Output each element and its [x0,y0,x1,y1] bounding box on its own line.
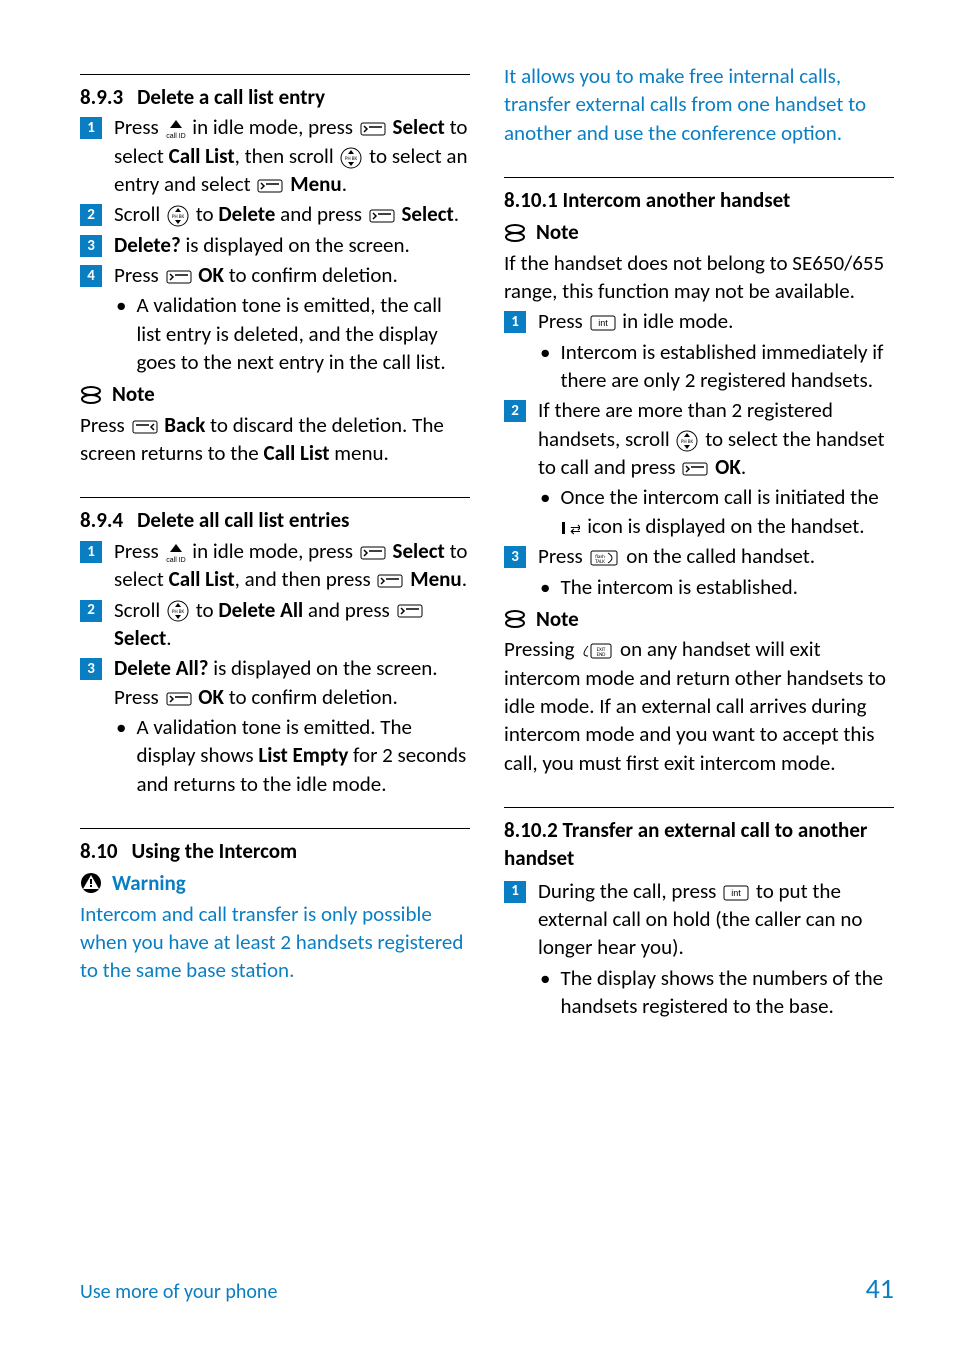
page-number: 41 [866,1270,894,1308]
bullet-item: A validation tone is emitted, the call l… [80,291,470,376]
softkey-right-icon [132,420,158,434]
note-icon [504,223,526,243]
step-1: 1 Press in idle mode, press Select to se… [80,113,470,198]
step-2: 2 If there are more than 2 registered ha… [504,396,894,481]
bullet-item: The intercom is established. [504,573,894,601]
step-badge: 2 [504,400,526,422]
note-row: Note [504,218,894,246]
heading-title: Delete a call list entry [137,83,325,111]
heading-title: Delete all call list entries [137,506,349,534]
bullet-item: Intercom is established immediately if t… [504,338,894,395]
note-body: If the handset does not belong to SE650/… [504,249,894,306]
nav-circle-icon [167,600,189,622]
footer-section-title: Use more of your phone [80,1279,277,1306]
step-badge: 2 [80,600,102,622]
heading-num: 8.9.4 [80,506,123,534]
int-key-icon [723,885,749,901]
content-columns: 8.9.3 Delete a call list entry 1 Press i… [80,60,894,1230]
note-row: Note [80,380,470,408]
softkey-left-icon [377,574,403,588]
step-badge: 1 [504,881,526,903]
int-key-icon [590,315,616,331]
nav-circle-icon [676,430,698,452]
up-call-id-icon [166,542,186,564]
step-3: 3 Press on the called handset. [504,542,894,570]
nav-circle-icon [167,205,189,227]
step-2: 2 Scroll to Delete All and press Select. [80,596,470,653]
warning-body: Intercom and call transfer is only possi… [80,900,470,985]
note-icon [80,385,102,405]
step-4: 4 Press OK to confirm deletion. [80,261,470,289]
step-badge: 1 [80,117,102,139]
step-3: 3 Delete? is displayed on the screen. [80,231,470,259]
nav-circle-icon [340,147,362,169]
up-call-id-icon [166,118,186,140]
step-badge: 3 [80,235,102,257]
softkey-left-icon [257,179,283,193]
heading-title: 8.10.1 Intercom another handset [504,186,894,214]
step-badge: 4 [80,265,102,287]
end-key-icon [581,643,613,659]
intercom-icon [562,520,580,536]
softkey-left-icon [360,546,386,560]
intro-text: It allows you to make free internal call… [504,62,894,147]
warning-row: Warning [80,869,470,897]
bullet-item: Once the intercom call is initiated the … [504,483,894,540]
heading-num: 8.10 [80,837,118,865]
step-1: 1 Press in idle mode. [504,307,894,335]
softkey-left-icon [360,122,386,136]
note-body: Pressing on any handset will exit interc… [504,635,894,777]
step-1: 1 Press in idle mode, press Select to se… [80,537,470,594]
note-icon [504,609,526,629]
softkey-left-icon [397,604,423,618]
step-badge: 2 [80,204,102,226]
left-column: 8.9.3 Delete a call list entry 1 Press i… [80,60,470,1230]
softkey-left-icon [369,209,395,223]
heading-title: 8.10.2 Transfer an external call to anot… [504,816,894,873]
step-badge: 1 [80,541,102,563]
right-column: It allows you to make free internal call… [504,60,894,1230]
heading-num: 8.9.3 [80,83,123,111]
note-row: Note [504,605,894,633]
heading-title: Using the Intercom [132,837,298,865]
step-3: 3 Delete All? is displayed on the screen… [80,654,470,711]
step-1: 1 During the call, press to put the exte… [504,877,894,962]
note-body: Press Back to discard the deletion. The … [80,411,470,468]
step-badge: 3 [504,546,526,568]
softkey-left-icon [166,692,192,706]
talk-key-icon [590,550,620,566]
softkey-left-icon [682,462,708,476]
bullet-item: The display shows the numbers of the han… [504,964,894,1021]
step-badge: 1 [504,311,526,333]
bullet-item: A validation tone is emitted. The displa… [80,713,470,798]
page-footer: Use more of your phone 41 [80,1230,894,1308]
step-badge: 3 [80,658,102,680]
step-2: 2 Scroll to Delete and press Select. [80,200,470,228]
warning-icon [80,872,102,894]
softkey-left-icon [166,270,192,284]
